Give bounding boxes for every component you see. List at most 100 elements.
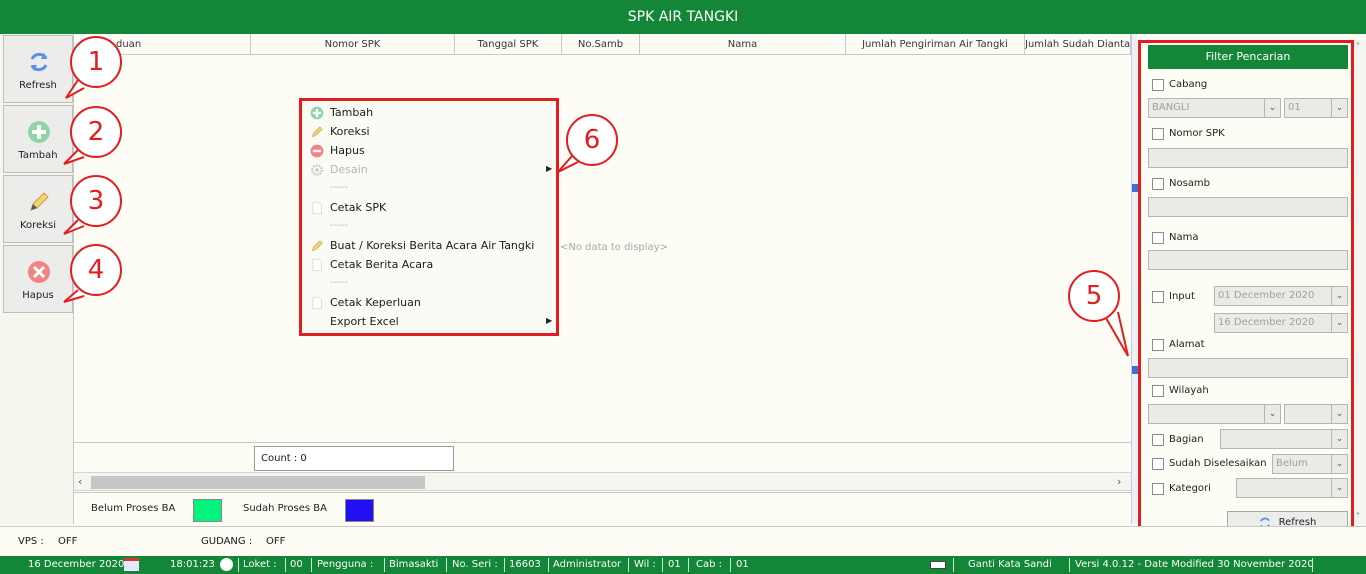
date-to-value: 16 December 2020 (1218, 317, 1315, 328)
scroll-down-icon[interactable]: ˅ (1356, 512, 1360, 521)
cabang-select[interactable]: BANGLI ⌄ (1148, 98, 1281, 118)
bagian-select[interactable]: ⌄ (1220, 429, 1348, 449)
chevron-down-icon[interactable]: ⌄ (1331, 430, 1347, 448)
nosamb-input[interactable] (1148, 197, 1348, 217)
kategori-select[interactable]: ⌄ (1236, 478, 1348, 498)
menu-item-hapus[interactable]: Hapus (330, 144, 365, 157)
wil-label: Wil : (634, 559, 656, 570)
refresh-button[interactable]: Refresh (3, 35, 73, 103)
menu-item-tambah[interactable]: Tambah (330, 106, 373, 119)
date-to-field[interactable]: 16 December 2020 ⌄ (1214, 313, 1348, 333)
sudah-diselesaikan-checkbox[interactable] (1152, 458, 1164, 470)
column-header[interactable]: Nama (640, 34, 846, 54)
chevron-down-icon[interactable]: ⌄ (1331, 287, 1347, 305)
add-icon (28, 121, 50, 143)
kategori-checkbox[interactable] (1152, 483, 1164, 495)
koreksi-button[interactable]: Koreksi (3, 175, 73, 243)
cabang-checkbox[interactable] (1152, 79, 1164, 91)
callout-6: 6 (566, 114, 618, 166)
panel-splitter[interactable] (1131, 34, 1138, 524)
hapus-label: Hapus (22, 290, 54, 301)
chevron-down-icon[interactable]: ⌄ (1331, 314, 1347, 332)
delete-icon (310, 144, 324, 158)
callout-4: 4 (70, 244, 122, 296)
chevron-down-icon[interactable]: ⌄ (1264, 99, 1280, 117)
submenu-arrow-icon: ▶ (546, 164, 553, 173)
pengguna-label: Pengguna : (317, 559, 374, 570)
scroll-right-icon[interactable]: › (1117, 475, 1121, 488)
wilayah-select[interactable]: ⌄ (1148, 404, 1281, 424)
keyboard-icon (930, 561, 946, 569)
gudang-value: OFF (266, 536, 286, 547)
loket-label: Loket : (243, 559, 277, 570)
column-header[interactable]: Jumlah Sudah Diantar (1025, 34, 1131, 54)
clock-icon (220, 558, 233, 571)
kategori-label: Kategori (1169, 483, 1211, 494)
chevron-down-icon[interactable]: ⌄ (1331, 479, 1347, 497)
cabang-code-select[interactable]: 01 ⌄ (1284, 98, 1348, 118)
refresh-label: Refresh (19, 80, 57, 91)
menu-item-koreksi[interactable]: Koreksi (330, 125, 370, 138)
wil-value: 01 (668, 559, 681, 570)
pengguna-value: Bimasakti (389, 559, 439, 570)
alamat-checkbox[interactable] (1152, 339, 1164, 351)
status-legend: Belum Proses BA Sudah Proses BA (74, 492, 1131, 526)
wilayah-label: Wilayah (1169, 385, 1209, 396)
nama-input[interactable] (1148, 250, 1348, 270)
tambah-button[interactable]: Tambah (3, 105, 73, 173)
date-from-field[interactable]: 01 December 2020 ⌄ (1214, 286, 1348, 306)
menu-item-cetak-spk[interactable]: Cetak SPK (330, 201, 386, 214)
menu-separator: ----- (330, 182, 349, 193)
add-icon (310, 106, 324, 120)
legend-belum-swatch (193, 499, 222, 522)
sudah-diselesaikan-value: Belum (1276, 458, 1308, 469)
loket-value: 00 (290, 559, 303, 570)
nomor-spk-checkbox[interactable] (1152, 128, 1164, 140)
ganti-kata-sandi-link[interactable]: Ganti Kata Sandi (968, 559, 1052, 570)
nomor-spk-input[interactable] (1148, 148, 1348, 168)
alamat-input[interactable] (1148, 358, 1348, 378)
sudah-diselesaikan-label: Sudah Diselesaikan (1169, 458, 1267, 469)
legend-sudah-swatch (345, 499, 374, 522)
input-checkbox[interactable] (1152, 291, 1164, 303)
cabang-code-value: 01 (1288, 102, 1301, 113)
scroll-up-icon[interactable]: ˄ (1356, 42, 1360, 51)
nosamb-checkbox[interactable] (1152, 178, 1164, 190)
hapus-button[interactable]: Hapus (3, 245, 73, 313)
menu-item-export-excel[interactable]: Export Excel (330, 315, 399, 328)
info-bar: 16 December 2020 18:01:23 Loket : 00 Pen… (0, 556, 1366, 574)
wilayah-checkbox[interactable] (1152, 385, 1164, 397)
refresh-icon (30, 52, 48, 72)
scroll-left-icon[interactable]: ‹ (78, 475, 82, 488)
chevron-down-icon[interactable]: ⌄ (1331, 455, 1347, 473)
wilayah-code-select[interactable]: ⌄ (1284, 404, 1348, 424)
column-header[interactable]: No.Samb (562, 34, 640, 54)
menu-item-desain[interactable]: Desain (330, 163, 368, 176)
input-label: Input (1169, 291, 1195, 302)
grid-header: duan Nomor SPK Tanggal SPK No.Samb Nama … (74, 34, 1131, 55)
scroll-thumb[interactable] (91, 476, 425, 489)
context-menu: Tambah Koreksi Hapus Desain ▶ ----- Ceta… (299, 98, 559, 336)
column-header[interactable]: Nomor SPK (251, 34, 455, 54)
chevron-down-icon[interactable]: ⌄ (1331, 99, 1347, 117)
column-header[interactable]: Tanggal SPK (455, 34, 562, 54)
sudah-diselesaikan-select[interactable]: Belum ⌄ (1272, 454, 1348, 474)
menu-item-cetak-keperluan[interactable]: Cetak Keperluan (330, 296, 421, 309)
column-header[interactable]: Jumlah Pengiriman Air Tangki (846, 34, 1025, 54)
menu-item-buat-koreksi-ba[interactable]: Buat / Koreksi Berita Acara Air Tangki (330, 239, 534, 252)
tambah-label: Tambah (18, 150, 58, 161)
cab-label: Cab : (696, 559, 723, 570)
menu-item-cetak-berita-acara[interactable]: Cetak Berita Acara (330, 258, 433, 271)
horizontal-scrollbar[interactable]: ‹ › (74, 472, 1131, 491)
filter-scrollbar[interactable]: ˄ ˅ (1354, 40, 1366, 529)
bagian-checkbox[interactable] (1152, 434, 1164, 446)
grid-footer: Count : 0 (74, 442, 1131, 472)
menu-separator: ----- (330, 220, 349, 231)
calendar-icon[interactable] (124, 558, 139, 571)
pencil-icon (30, 192, 49, 211)
nama-checkbox[interactable] (1152, 232, 1164, 244)
callout-5: 5 (1068, 270, 1120, 322)
legend-belum-label: Belum Proses BA (91, 503, 176, 514)
chevron-down-icon[interactable]: ⌄ (1264, 405, 1280, 423)
chevron-down-icon[interactable]: ⌄ (1331, 405, 1347, 423)
